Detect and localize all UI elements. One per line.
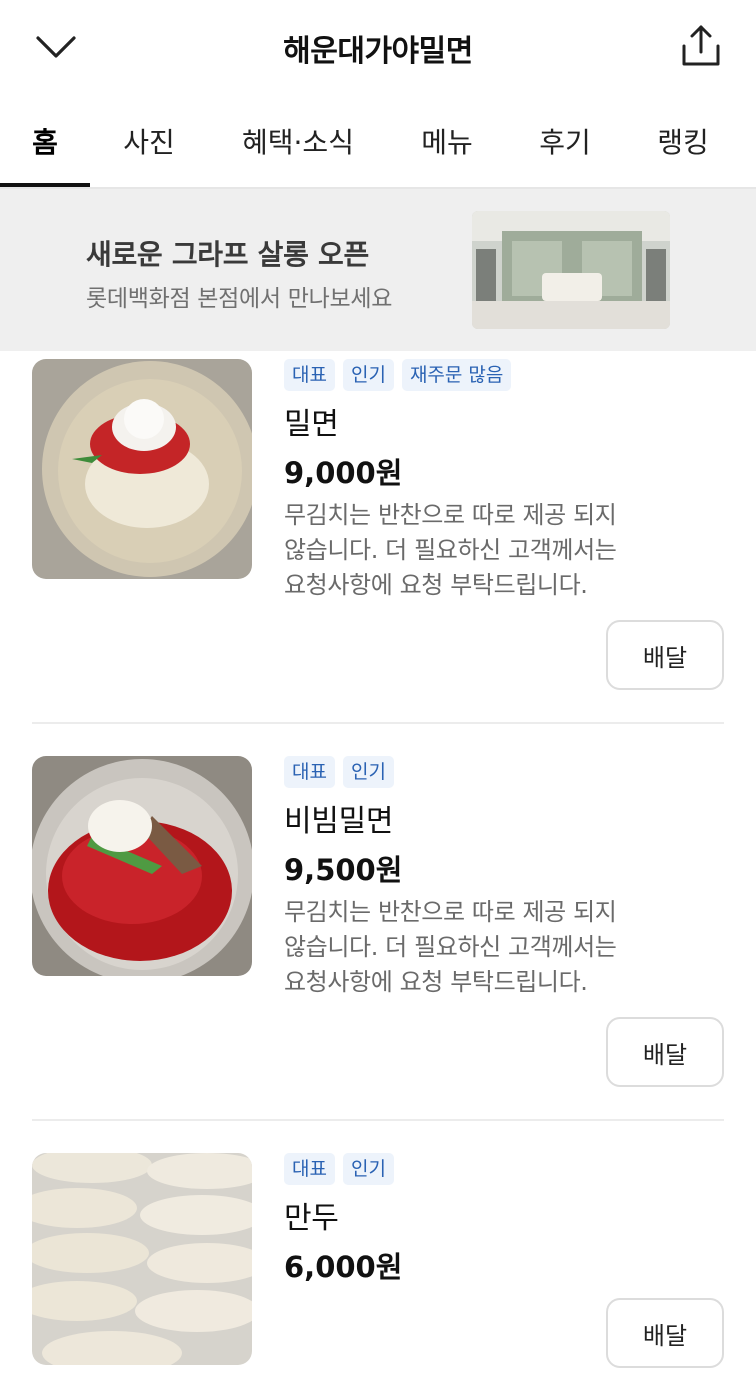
banner-subtitle: 롯데백화점 본점에서 만나보세요 xyxy=(86,286,393,312)
menu-item[interactable]: 대표 인기 재주문 많음 밀면 9,000원 무김치는 반찬으로 따로 제공 되… xyxy=(0,351,756,723)
badge-signature: 대표 xyxy=(284,756,335,788)
page-title: 해운대가야밀면 xyxy=(283,34,473,69)
menu-item-price: 9,000원 xyxy=(284,456,403,490)
tab-benefits-news[interactable]: 혜택·소식 xyxy=(222,95,374,187)
badge-popular: 인기 xyxy=(342,359,394,391)
active-tab-indicator xyxy=(0,183,90,187)
menu-item-image xyxy=(32,756,252,976)
share-icon[interactable] xyxy=(680,24,722,68)
menu-item[interactable]: 대표 인기 비빔밀면 9,500원 무김치는 반찬으로 따로 제공 되지 않습니… xyxy=(0,748,756,1120)
divider xyxy=(32,722,724,724)
menu-item-image xyxy=(32,359,252,579)
tab-ranking[interactable]: 랭킹 xyxy=(634,95,732,187)
menu-badges: 대표 인기 xyxy=(284,1153,394,1185)
menu-item-description: 무김치는 반찬으로 따로 제공 되지 않습니다. 더 필요하신 고객께서는 요청… xyxy=(284,898,617,996)
menu-item-description: 무김치는 반찬으로 따로 제공 되지 않습니다. 더 필요하신 고객께서는 요청… xyxy=(284,501,617,599)
tab-photos[interactable]: 사진 xyxy=(100,95,198,187)
badge-signature: 대표 xyxy=(284,1153,335,1185)
delivery-button[interactable]: 배달 xyxy=(606,620,724,690)
badge-popular: 인기 xyxy=(342,756,394,788)
tab-menu[interactable]: 메뉴 xyxy=(398,95,496,187)
ad-banner[interactable]: 새로운 그라프 살롱 오픈 롯데백화점 본점에서 만나보세요 xyxy=(0,189,756,351)
app-header: 해운대가야밀면 xyxy=(0,0,756,95)
badge-reorder: 재주문 많음 xyxy=(401,359,512,391)
delivery-button[interactable]: 배달 xyxy=(606,1298,724,1368)
menu-badges: 대표 인기 재주문 많음 xyxy=(284,359,512,391)
menu-item[interactable]: 대표 인기 만두 6,000원 배달 xyxy=(0,1145,756,1375)
tab-home[interactable]: 홈 xyxy=(0,95,90,187)
menu-item-image xyxy=(32,1153,252,1365)
tab-reviews[interactable]: 후기 xyxy=(516,95,614,187)
badge-popular: 인기 xyxy=(342,1153,394,1185)
banner-title: 새로운 그라프 살롱 오픈 xyxy=(86,238,369,271)
delivery-button[interactable]: 배달 xyxy=(606,1017,724,1087)
menu-item-name: 비빔밀면 xyxy=(284,804,394,839)
divider xyxy=(32,1119,724,1121)
tab-bar: 홈 사진 혜택·소식 메뉴 후기 랭킹 xyxy=(0,95,756,189)
menu-badges: 대표 인기 xyxy=(284,756,394,788)
badge-signature: 대표 xyxy=(284,359,335,391)
menu-item-name: 만두 xyxy=(284,1201,339,1236)
menu-item-price: 6,000원 xyxy=(284,1250,403,1284)
banner-image xyxy=(472,211,670,329)
menu-item-name: 밀면 xyxy=(284,407,339,442)
menu-item-price: 9,500원 xyxy=(284,853,403,887)
